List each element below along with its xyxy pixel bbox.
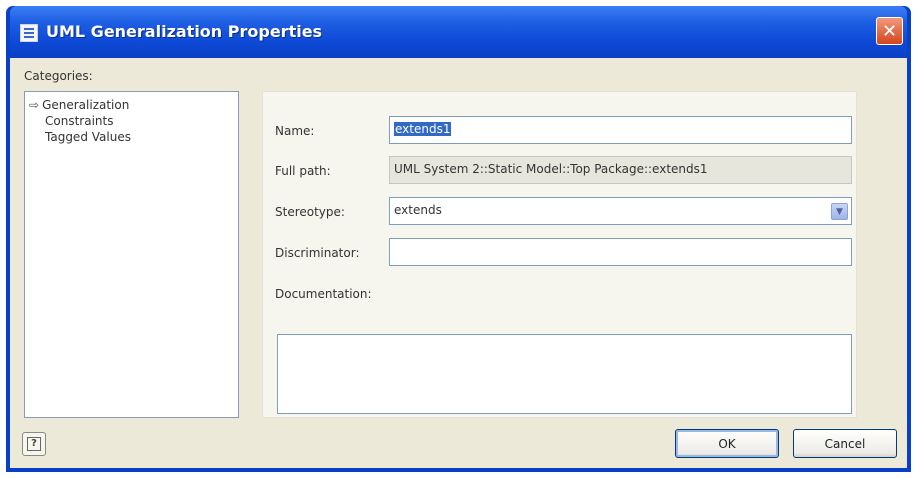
full-path-label: Full path: — [275, 164, 331, 178]
stereotype-value: extends — [394, 203, 442, 217]
help-button[interactable]: ? — [22, 432, 46, 456]
tree-item-label: Generalization — [42, 98, 130, 112]
documentation-textarea[interactable] — [277, 334, 852, 414]
full-path-field: UML System 2::Static Model::Top Package:… — [389, 156, 852, 184]
name-value: extends1 — [394, 122, 452, 136]
stereotype-label: Stereotype: — [275, 205, 345, 219]
discriminator-label: Discriminator: — [275, 246, 360, 260]
help-icon: ? — [27, 437, 41, 451]
stereotype-select[interactable]: extends ▼ — [389, 197, 852, 225]
document-icon — [20, 24, 38, 42]
tree-item-tagged-values[interactable]: Tagged Values — [45, 129, 131, 145]
tree-item-label: Tagged Values — [45, 130, 131, 144]
tree-item-generalization[interactable]: ⇨ Generalization — [29, 97, 129, 113]
dialog-body: Categories: ⇨ Generalization Constraints … — [10, 58, 907, 468]
title-bar[interactable]: UML Generalization Properties ✕ — [10, 6, 907, 58]
close-button[interactable]: ✕ — [876, 17, 903, 45]
dialog-window: UML Generalization Properties ✕ Categori… — [6, 6, 911, 472]
full-path-value: UML System 2::Static Model::Top Package:… — [394, 162, 708, 176]
arrow-right-icon: ⇨ — [29, 98, 40, 112]
ok-button[interactable]: OK — [675, 429, 779, 458]
cancel-button[interactable]: Cancel — [793, 429, 897, 458]
tree-item-label: Constraints — [45, 114, 114, 128]
properties-panel: Name: extends1 Full path: UML System 2::… — [262, 91, 857, 418]
categories-label: Categories: — [24, 69, 93, 83]
window-title: UML Generalization Properties — [46, 22, 323, 41]
documentation-label: Documentation: — [275, 287, 372, 301]
name-field[interactable]: extends1 — [389, 116, 852, 144]
tree-item-constraints[interactable]: Constraints — [45, 113, 113, 129]
categories-tree: ⇨ Generalization Constraints Tagged Value… — [24, 91, 239, 418]
chevron-down-icon[interactable]: ▼ — [831, 203, 848, 220]
discriminator-field[interactable] — [389, 238, 852, 266]
name-label: Name: — [275, 124, 315, 138]
